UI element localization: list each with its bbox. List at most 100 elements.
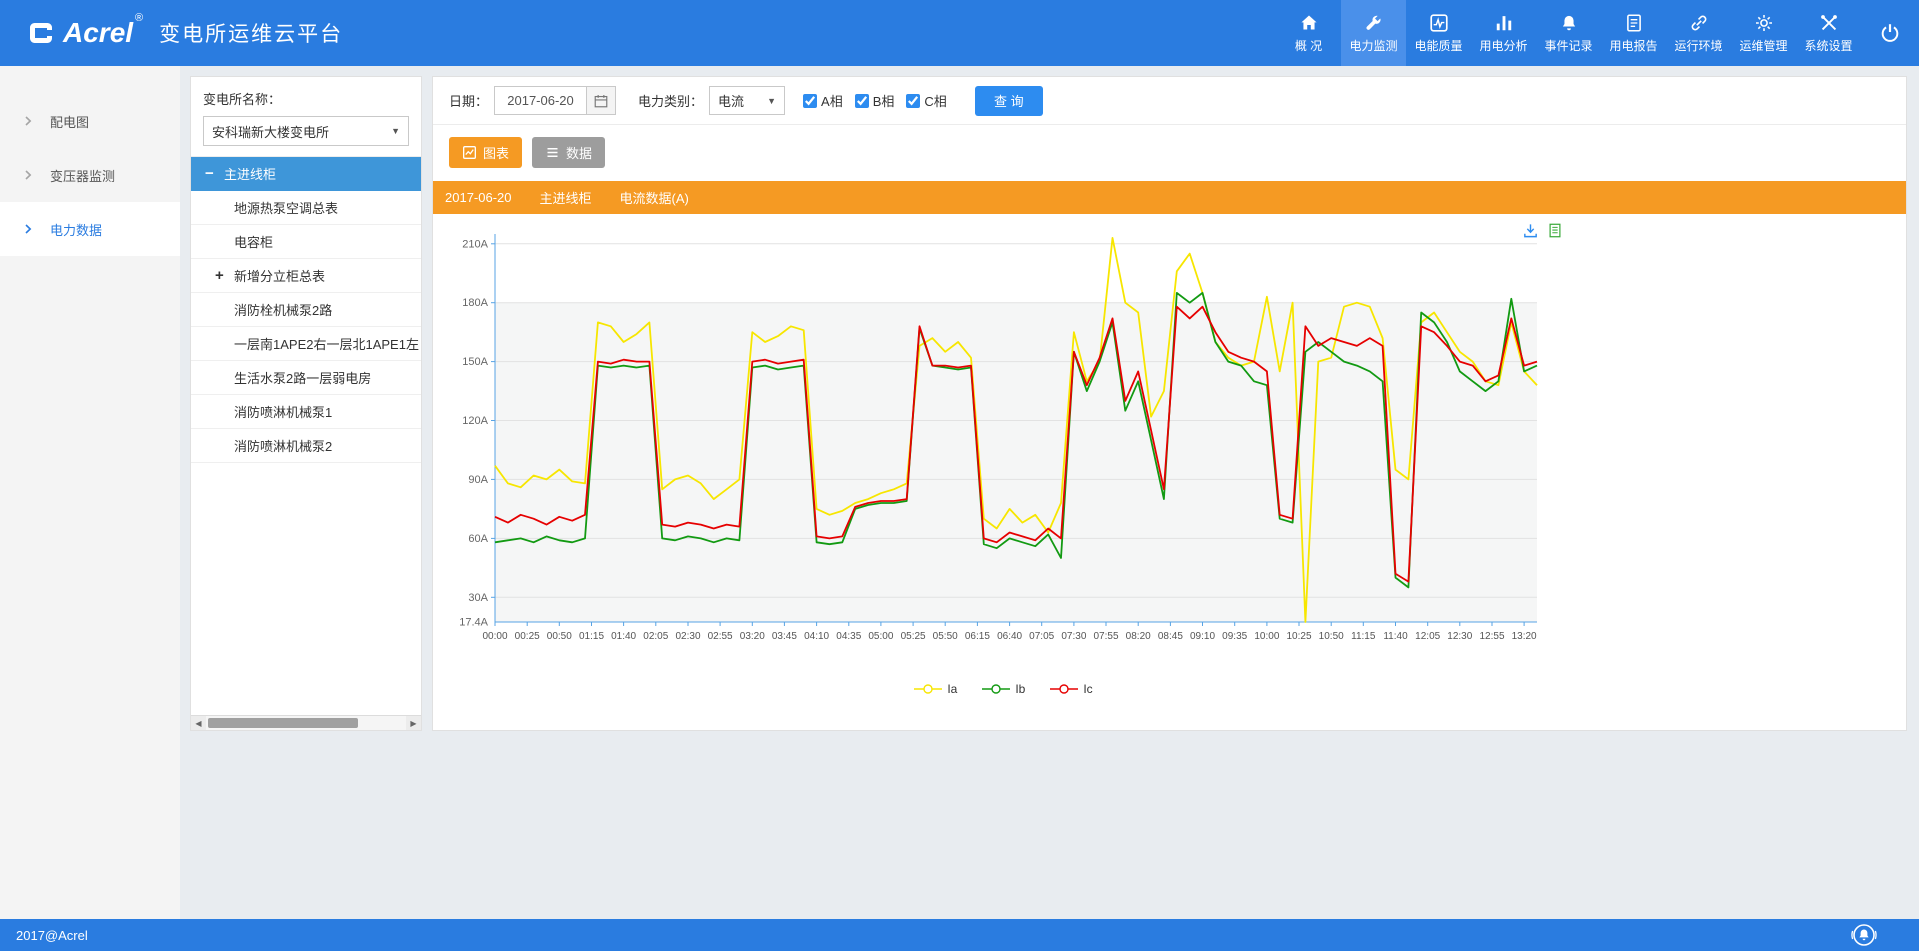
tab-chart[interactable]: 图表 <box>449 137 522 168</box>
nav-item-label: 运行环境 <box>1674 37 1722 54</box>
tree-item-2[interactable]: 地源热泵空调总表 <box>191 191 421 225</box>
top-nav: 概 况 电力监测电能质量用电分析事件记录用电报告运行环境运维管理系统设置 <box>1276 0 1861 66</box>
svg-text:60A: 60A <box>468 533 488 545</box>
svg-text:02:05: 02:05 <box>643 631 668 642</box>
svg-text:02:30: 02:30 <box>675 631 700 642</box>
svg-text:11:15: 11:15 <box>1351 631 1376 642</box>
svg-text:03:45: 03:45 <box>772 631 797 642</box>
tab-data[interactable]: 数据 <box>532 137 605 168</box>
tree-item-label: 生活水泵2路一层弱电房 <box>234 368 371 387</box>
nav-item-runtime-environment[interactable]: 运行环境 <box>1666 0 1731 66</box>
tree-item-8[interactable]: 消防喷淋机械泵1 <box>191 395 421 429</box>
tree-item-label: 地源热泵空调总表 <box>234 198 338 217</box>
checkbox[interactable] <box>803 94 817 108</box>
tab-chart-label: 图表 <box>483 143 509 162</box>
nav-item-maintenance[interactable]: 运维管理 <box>1731 0 1796 66</box>
chart-container: 210A180A150A120A90A60A30A17.4A00:0000:25… <box>433 214 1906 730</box>
download-icon[interactable] <box>1522 222 1539 239</box>
legend-item-ia[interactable]: Ia <box>913 682 957 696</box>
checkbox[interactable] <box>855 94 869 108</box>
svg-text:00:00: 00:00 <box>482 631 507 642</box>
notification-bell-icon[interactable] <box>1849 920 1879 950</box>
sidebar-item-transformer-monitoring[interactable]: 变压器监测 <box>0 148 180 202</box>
date-input[interactable]: 2017-06-20 <box>494 86 586 115</box>
bar-chart-icon <box>1494 13 1514 33</box>
tree-item-7[interactable]: 生活水泵2路一层弱电房 <box>191 361 421 395</box>
footer-text: 2017@Acrel <box>16 928 88 943</box>
tree-item-label: 主进线柜 <box>224 164 276 183</box>
scrollbar-track[interactable] <box>206 716 406 730</box>
scroll-left-button[interactable]: ◀ <box>191 716 206 730</box>
tree-item-5[interactable]: 消防栓机械泵2路 <box>191 293 421 327</box>
scrollbar-thumb[interactable] <box>208 718 358 728</box>
nav-item-overview[interactable]: 概 况 <box>1276 0 1341 66</box>
sidebar-item-power-data[interactable]: 电力数据 <box>0 202 180 256</box>
power-type-value: 电流 <box>718 91 744 110</box>
nav-item-event-records[interactable]: 事件记录 <box>1536 0 1601 66</box>
legend-label: Ic <box>1083 682 1092 696</box>
horizontal-scrollbar[interactable]: ◀ ▶ <box>191 715 421 730</box>
checkbox[interactable] <box>906 94 920 108</box>
legend-marker-icon <box>913 683 943 695</box>
tree-item-3[interactable]: 电容柜 <box>191 225 421 259</box>
scroll-right-button[interactable]: ▶ <box>406 716 421 730</box>
phase-checkboxes: A相 B相 C相 <box>791 91 947 110</box>
banner-date: 2017-06-20 <box>445 190 512 205</box>
report-doc-icon <box>1624 13 1644 33</box>
power-type-select[interactable]: 电流 ▼ <box>709 86 785 115</box>
tree-item-label: 一层南1APE2右一层北1APE1左 <box>234 334 419 353</box>
svg-text:08:45: 08:45 <box>1158 631 1183 642</box>
gear-icon <box>1754 13 1774 33</box>
phase-checkbox-b[interactable]: B相 <box>855 91 895 110</box>
list-icon <box>545 145 560 160</box>
svg-text:06:15: 06:15 <box>965 631 990 642</box>
svg-text:90A: 90A <box>468 474 488 486</box>
legend-item-ib[interactable]: Ib <box>981 682 1025 696</box>
tree-item-9[interactable]: 消防喷淋机械泵2 <box>191 429 421 463</box>
legend-item-ic[interactable]: Ic <box>1049 682 1092 696</box>
svg-text:07:05: 07:05 <box>1029 631 1054 642</box>
station-select-value: 安科瑞新大楼变电所 <box>212 122 329 141</box>
svg-text:10:50: 10:50 <box>1319 631 1344 642</box>
station-select[interactable]: 安科瑞新大楼变电所 ▼ <box>203 116 409 146</box>
sidebar-item-label: 电力数据 <box>50 220 102 239</box>
sidebar-item-label: 配电图 <box>50 112 89 131</box>
nav-item-label: 电力监测 <box>1349 37 1397 54</box>
tree-item-6[interactable]: 一层南1APE2右一层北1APE1左 <box>191 327 421 361</box>
svg-text:10:25: 10:25 <box>1286 631 1311 642</box>
minus-icon: − <box>205 165 224 182</box>
nav-item-power-monitoring[interactable]: 电力监测 <box>1341 0 1406 66</box>
data-view-icon[interactable] <box>1547 222 1563 239</box>
tree-item-1[interactable]: −主进线柜 <box>191 157 421 191</box>
phase-checkbox-a[interactable]: A相 <box>803 91 843 110</box>
chevron-down-icon: ▼ <box>391 126 400 136</box>
current-line-chart: 210A180A150A120A90A60A30A17.4A00:0000:25… <box>443 220 1563 660</box>
svg-text:05:00: 05:00 <box>868 631 893 642</box>
chart-legend: Ia Ib Ic <box>443 682 1563 696</box>
query-button[interactable]: 查 询 <box>975 86 1043 116</box>
filter-bar: 日期： 2017-06-20 电力类别： 电流 ▼ A相B相C相 查 询 <box>433 77 1906 125</box>
nav-item-power-quality[interactable]: 电能质量 <box>1406 0 1471 66</box>
nav-item-label: 电能质量 <box>1414 37 1462 54</box>
sidebar-item-distribution-diagram[interactable]: 配电图 <box>0 94 180 148</box>
chart-area: 210A180A150A120A90A60A30A17.4A00:0000:25… <box>443 220 1563 696</box>
sidebar-item-label: 变压器监测 <box>50 166 115 185</box>
banner-device: 主进线柜 <box>540 188 592 207</box>
phase-checkbox-c[interactable]: C相 <box>906 91 946 110</box>
banner-metric: 电流数据(A) <box>620 188 689 207</box>
nav-item-system-settings[interactable]: 系统设置 <box>1796 0 1861 66</box>
tree-item-4[interactable]: +新增分立柜总表 <box>191 259 421 293</box>
footer: 2017@Acrel <box>0 919 1919 951</box>
legend-label: Ia <box>947 682 957 696</box>
nav-item-label: 概 况 <box>1295 37 1322 54</box>
date-label: 日期： <box>449 91 488 110</box>
nav-item-usage-report[interactable]: 用电报告 <box>1601 0 1666 66</box>
svg-text:17.4A: 17.4A <box>459 617 488 629</box>
alarm-bell-icon <box>1559 13 1579 33</box>
left-sidebar: 配电图变压器监测电力数据 <box>0 66 180 919</box>
calendar-button[interactable] <box>586 86 616 115</box>
logout-button[interactable] <box>1861 0 1919 66</box>
date-picker: 2017-06-20 <box>494 86 616 115</box>
nav-item-label: 系统设置 <box>1804 37 1852 54</box>
nav-item-usage-analysis[interactable]: 用电分析 <box>1471 0 1536 66</box>
